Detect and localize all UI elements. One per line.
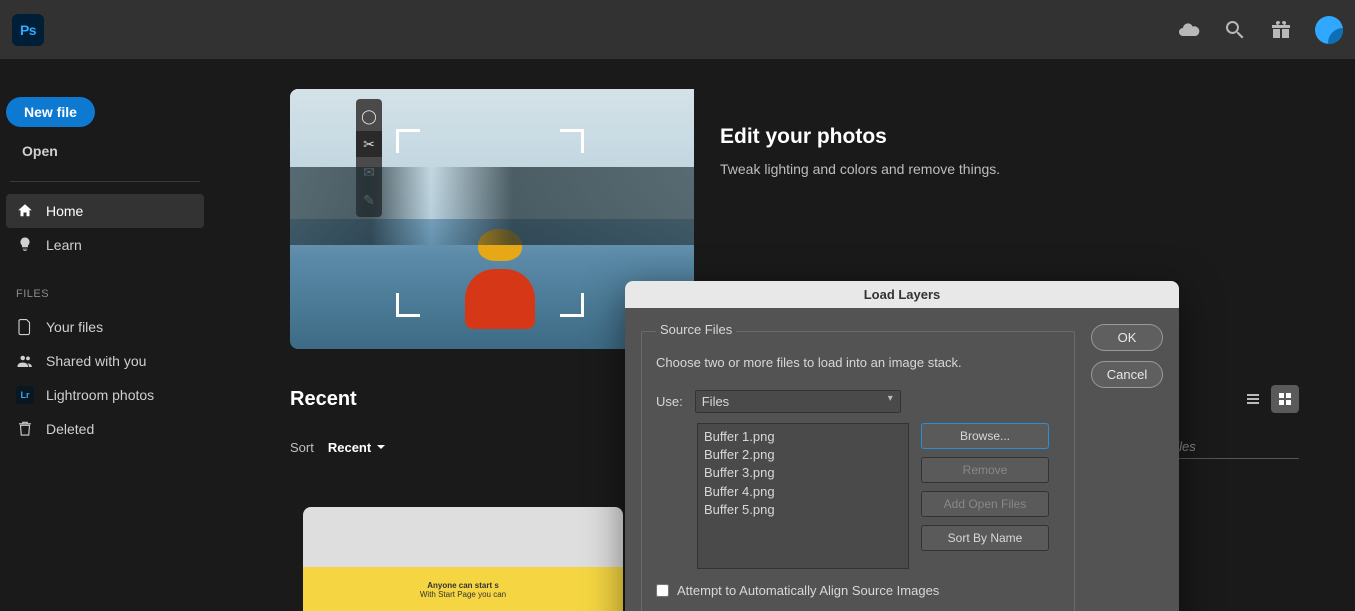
tool-strip: ◯ ✂ ✉ ✎	[356, 99, 382, 217]
card-line1: Anyone can start s	[313, 581, 613, 590]
person-illustration	[460, 229, 540, 349]
use-label: Use:	[656, 394, 683, 409]
list-item[interactable]: Buffer 5.png	[704, 501, 902, 519]
people-icon	[16, 352, 34, 370]
list-item[interactable]: Buffer 3.png	[704, 464, 902, 482]
sidebar-item-label: Lightroom photos	[46, 387, 154, 403]
app-logo: Ps	[12, 14, 44, 46]
dialog-title: Load Layers	[625, 281, 1179, 308]
crop-icon: ✂	[356, 131, 382, 157]
load-layers-dialog: Load Layers Source Files Choose two or m…	[625, 281, 1179, 611]
sidebar-item-shared[interactable]: Shared with you	[6, 344, 204, 378]
sort-dropdown[interactable]: Recent	[328, 440, 387, 455]
add-open-files-button[interactable]: Add Open Files	[921, 491, 1049, 517]
sidebar-item-label: Your files	[46, 319, 103, 335]
list-item[interactable]: Buffer 4.png	[704, 483, 902, 501]
file-list[interactable]: Buffer 1.png Buffer 2.png Buffer 3.png B…	[697, 423, 909, 569]
start-page-card[interactable]: Anyone can start s With Start Page you c…	[303, 507, 623, 611]
sort-value: Recent	[328, 440, 371, 455]
search-icon[interactable]	[1223, 18, 1247, 42]
ok-button[interactable]: OK	[1091, 324, 1163, 351]
topbar: Ps	[0, 0, 1355, 59]
fieldset-legend: Source Files	[656, 322, 736, 337]
sidebar-item-lightroom[interactable]: Lr Lightroom photos	[6, 378, 204, 412]
trash-icon	[16, 420, 34, 438]
avatar[interactable]	[1315, 16, 1343, 44]
hero-title: Edit your photos	[720, 125, 1000, 149]
eyedropper-icon: ✎	[356, 187, 382, 213]
home-icon	[16, 202, 34, 220]
hero-desc: Tweak lighting and colors and remove thi…	[720, 161, 1000, 177]
sidebar-item-label: Home	[46, 203, 83, 219]
use-select[interactable]: Files	[695, 390, 901, 413]
sidebar-item-learn[interactable]: Learn	[6, 228, 204, 262]
chevron-down-icon	[375, 441, 387, 453]
align-label: Attempt to Automatically Align Source Im…	[677, 583, 939, 598]
file-icon	[16, 318, 34, 336]
list-item[interactable]: Buffer 2.png	[704, 446, 902, 464]
remove-button[interactable]: Remove	[921, 457, 1049, 483]
sort-by-name-button[interactable]: Sort By Name	[921, 525, 1049, 551]
source-files-fieldset: Source Files Choose two or more files to…	[641, 324, 1075, 611]
lightroom-icon: Lr	[16, 386, 34, 404]
lasso-icon: ◯	[356, 103, 382, 129]
browse-button[interactable]: Browse...	[921, 423, 1049, 449]
fieldset-desc: Choose two or more files to load into an…	[656, 355, 1060, 370]
list-view-button[interactable]	[1239, 385, 1267, 413]
list-item[interactable]: Buffer 1.png	[704, 428, 902, 446]
cloud-icon[interactable]	[1177, 18, 1201, 42]
sidebar-item-home[interactable]: Home	[6, 194, 204, 228]
envelope-icon: ✉	[356, 159, 382, 185]
sidebar-item-label: Shared with you	[46, 353, 146, 369]
sidebar-item-label: Deleted	[46, 421, 94, 437]
gift-icon[interactable]	[1269, 18, 1293, 42]
card-line2: With Start Page you can	[313, 590, 613, 599]
sort-label: Sort	[290, 440, 314, 455]
sidebar: New file Open Home Learn FILES Your file…	[0, 59, 210, 611]
recent-title: Recent	[290, 388, 357, 411]
sidebar-item-your-files[interactable]: Your files	[6, 310, 204, 344]
files-header: FILES	[6, 262, 204, 310]
sidebar-item-deleted[interactable]: Deleted	[6, 412, 204, 446]
new-file-button[interactable]: New file	[6, 97, 95, 127]
open-button[interactable]: Open	[6, 133, 204, 169]
sidebar-item-label: Learn	[46, 237, 82, 253]
grid-view-button[interactable]	[1271, 385, 1299, 413]
divider	[10, 181, 200, 182]
lightbulb-icon	[16, 236, 34, 254]
view-toggle	[1239, 385, 1299, 413]
align-checkbox-row[interactable]: Attempt to Automatically Align Source Im…	[656, 583, 1060, 598]
cancel-button[interactable]: Cancel	[1091, 361, 1163, 388]
align-checkbox[interactable]	[656, 584, 669, 597]
content: ◯ ✂ ✉ ✎ Edit your photos Tweak lighting …	[210, 59, 1355, 611]
